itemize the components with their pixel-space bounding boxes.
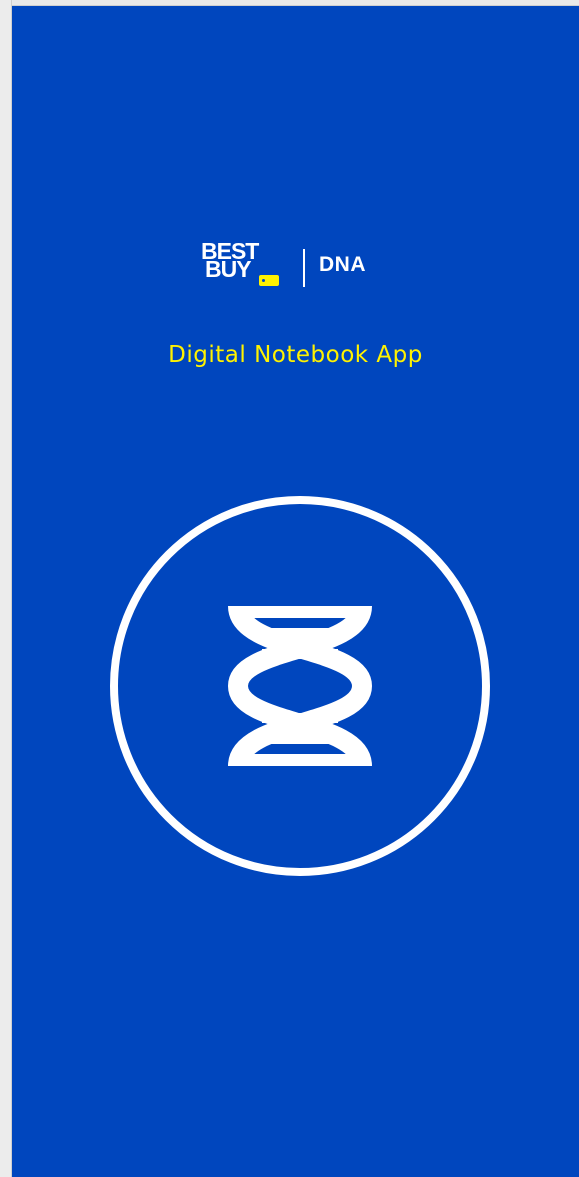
product-name: DNA [319, 253, 366, 276]
brand-header: BEST BUY DNA [201, 239, 401, 295]
logo-word-buy: BUY [205, 256, 252, 282]
logo-divider [303, 249, 305, 287]
app-title: Digital Notebook App [168, 342, 423, 368]
best-buy-logo: BEST BUY [201, 239, 285, 295]
window-frame: BEST BUY DNA Digital Notebook App [0, 0, 579, 1177]
dna-helix-icon [110, 496, 490, 876]
frame-left-edge [0, 0, 12, 1177]
price-tag-hole [262, 279, 265, 282]
splash-screen: BEST BUY DNA Digital Notebook App [12, 6, 579, 1177]
price-tag-icon [259, 275, 279, 286]
